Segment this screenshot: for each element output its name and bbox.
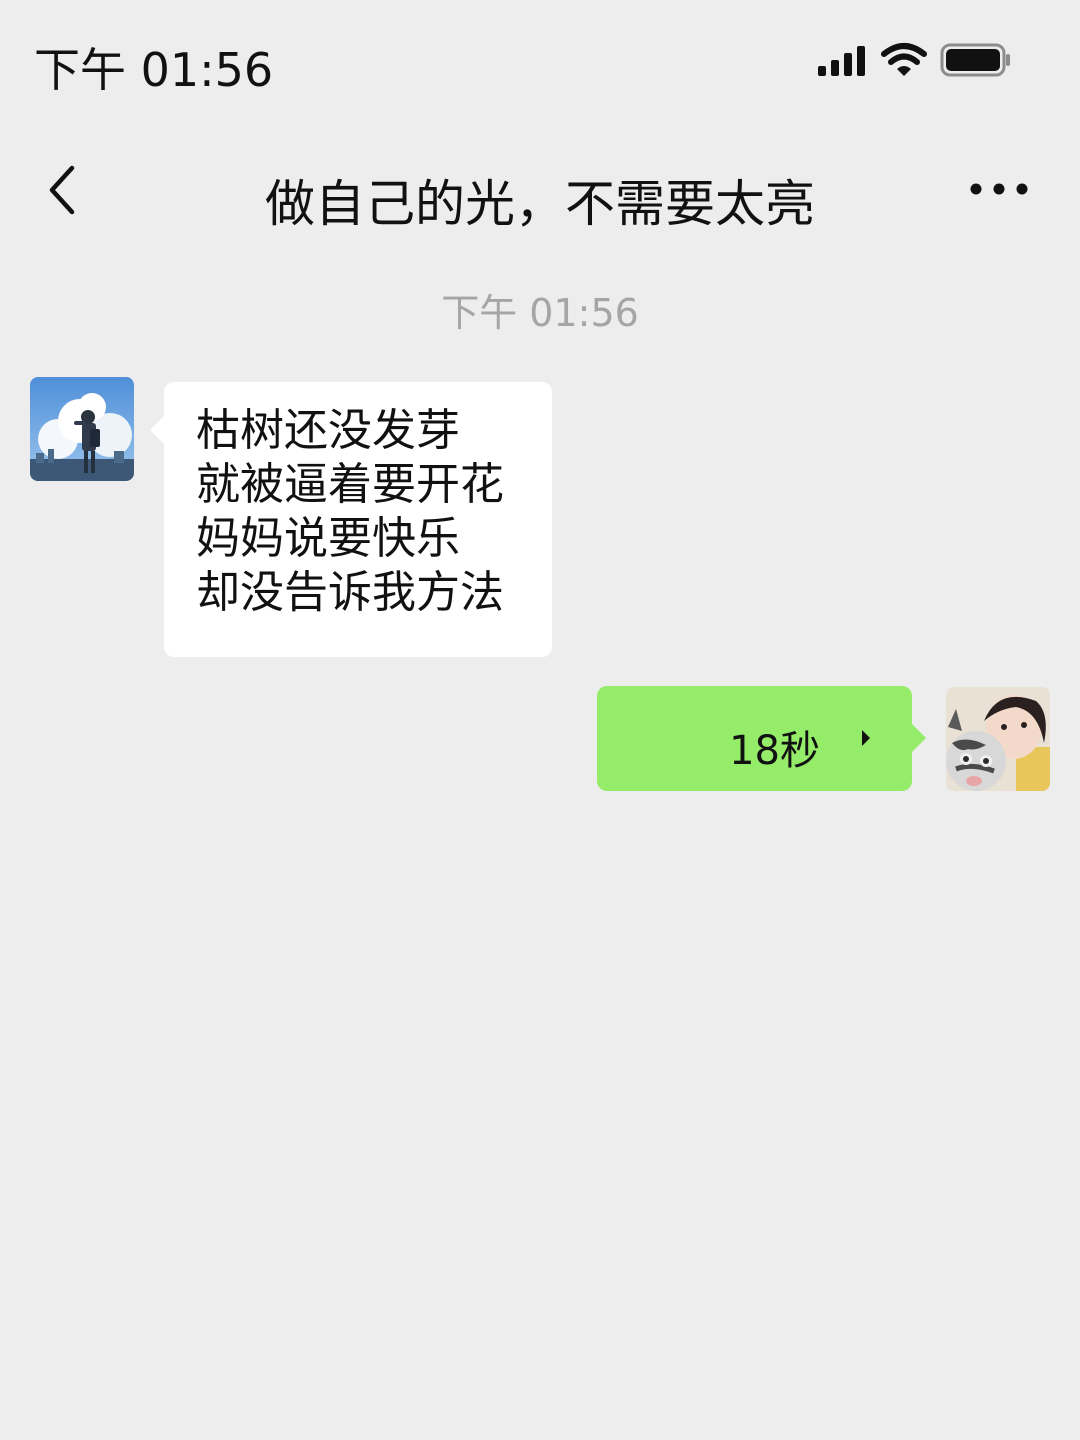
- message-line: 就被逼着要开花: [196, 459, 504, 510]
- message-timestamp: 下午 01:56: [441, 291, 639, 335]
- my-avatar[interactable]: [946, 687, 1050, 791]
- more-dots-icon[interactable]: [966, 174, 1032, 204]
- contact-avatar[interactable]: [30, 377, 134, 481]
- status-time: 下午 01:56: [34, 43, 274, 97]
- nav-bar: 做自己的光，不需要太亮: [0, 120, 1080, 260]
- outgoing-voice-bubble[interactable]: 18秒: [597, 686, 926, 791]
- chat-title: 做自己的光，不需要太亮: [265, 175, 815, 233]
- incoming-text-bubble[interactable]: 枯树还没发芽 就被逼着要开花 妈妈说要快乐 却没告诉我方法: [150, 382, 552, 657]
- message-line: 枯树还没发芽: [196, 405, 460, 456]
- wifi-icon: [881, 43, 927, 76]
- message-line: 妈妈说要快乐: [196, 513, 460, 564]
- chevron-left-icon[interactable]: [40, 160, 84, 220]
- battery-icon: [940, 43, 1010, 77]
- voice-duration: 18秒: [729, 728, 820, 774]
- avatar-image: [946, 687, 1050, 791]
- status-bar: 下午 01:56: [0, 0, 1080, 120]
- message-line: 却没告诉我方法: [196, 567, 504, 618]
- avatar-image: [30, 377, 134, 481]
- signal-icon: [818, 46, 865, 76]
- voice-wave-icon: [862, 730, 870, 746]
